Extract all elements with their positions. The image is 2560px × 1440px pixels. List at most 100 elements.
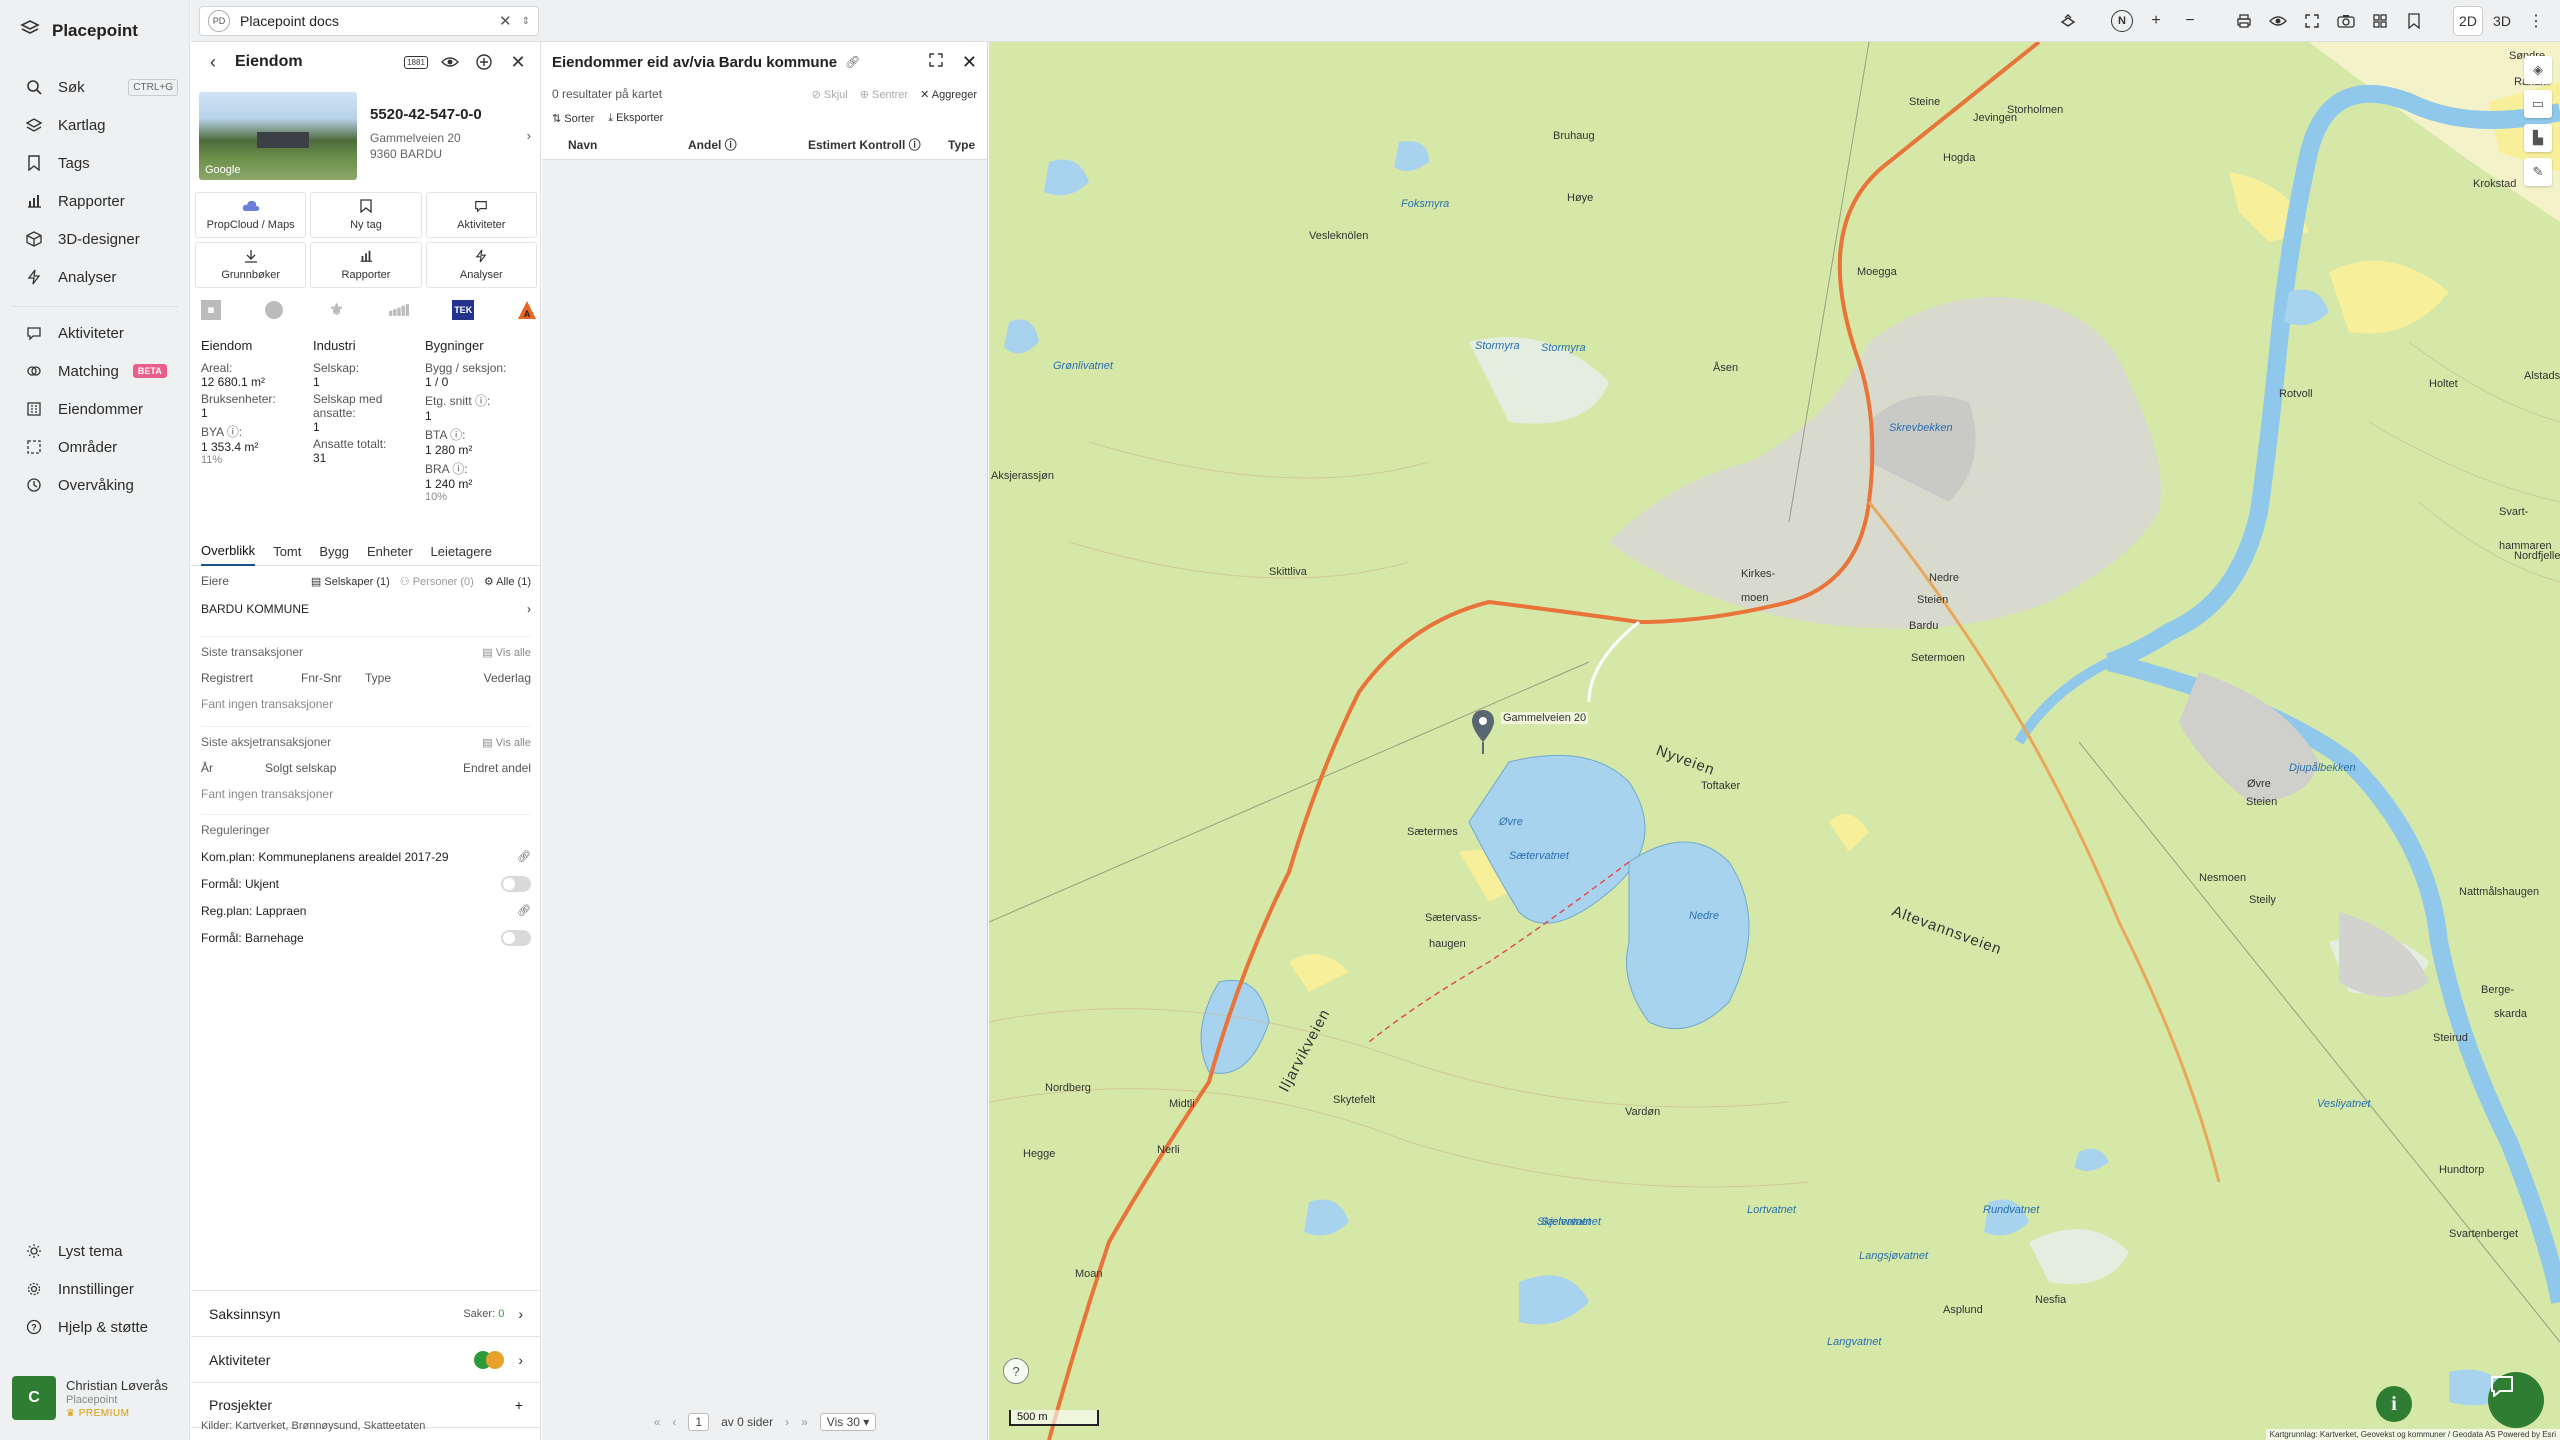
tab-tomt[interactable]: Tomt [273,536,301,566]
filter-selskaper[interactable]: ▤ Selskaper (1) [311,575,390,588]
sidebar-item-3d-designer[interactable]: 3D-designer [0,220,190,258]
zoom-in-button[interactable]: + [2142,7,2170,35]
sidebar-item-omr-der[interactable]: Områder [0,428,190,466]
doc-tab[interactable]: PD Placepoint docs ✕ ⇕ [199,6,539,36]
map-layer-toggle-icon[interactable]: ◈ [2524,56,2552,84]
regulation-toggle[interactable] [501,929,531,946]
map-measure-icon[interactable]: ▭ [2524,90,2552,118]
expand-icon[interactable] [928,52,944,72]
sidebar-item-matching[interactable]: Matching BETA [0,352,190,390]
logo-4-icon[interactable] [389,300,410,320]
chevron-updown-icon[interactable]: ⇕ [522,16,530,27]
view-2d-button[interactable]: 2D [2454,7,2482,35]
map-draw-icon[interactable]: ✎ [2524,158,2552,186]
filter-personer[interactable]: ⚇ Personer (0) [400,575,474,588]
badge-1881-icon[interactable]: 1881 [404,50,428,74]
close-icon[interactable]: ✕ [962,52,977,73]
col-andel[interactable]: Andel ⓘ [688,136,808,153]
sidebar-item-analyser[interactable]: Analyser [0,258,190,296]
filter-alle[interactable]: ⚙ Alle (1) [484,575,531,588]
regulation-toggle[interactable] [501,875,531,892]
stats-eiendom-title: Eiendom [201,338,253,353]
tab-overblikk[interactable]: Overblikk [201,536,256,566]
sidebar-item-search[interactable]: Søk CTRL+G [0,68,190,106]
action-rapporter-button[interactable]: Rapporter [310,242,422,288]
layers-stack-icon[interactable] [2054,7,2082,35]
link-icon[interactable]: 🔗︎ [517,904,531,917]
action-analyser-button[interactable]: Analyser [425,242,537,288]
sidebar-item-tags[interactable]: Tags [0,144,190,182]
eye-icon[interactable] [438,50,462,74]
vis-alle-link[interactable]: ▤ Vis alle [482,736,531,749]
map-view[interactable]: Gammelveien 20 SøndreRanumSteineJevingen… [989,42,2560,1440]
bookmark-icon [360,199,372,215]
col-kontroll[interactable]: Estimert Kontroll ⓘ [808,136,948,153]
first-page-icon[interactable]: « [654,1415,661,1429]
next-page-icon[interactable]: › [785,1415,789,1429]
owner-row[interactable]: BARDU KOMMUNE › [201,598,531,620]
tab-enheter[interactable]: Enheter [367,536,413,566]
aktiviteter-accordion[interactable]: Aktiviteter › [191,1336,541,1382]
action-ny-tag-button[interactable]: Ny tag [310,192,422,238]
camera-icon[interactable] [2332,7,2360,35]
sidebar-item-kartlag[interactable]: Kartlag [0,106,190,144]
action-grunnb-ker-button[interactable]: Grunnbøker [195,242,307,288]
tab-bygg[interactable]: Bygg [319,536,349,566]
action-propcloud-maps-button[interactable]: PropCloud / Maps [195,192,307,238]
sidebar-item-innstillinger[interactable]: Innstillinger [0,1270,190,1308]
street-view-photo[interactable]: Google [199,92,357,180]
eye-icon[interactable] [2264,7,2292,35]
brand[interactable]: Placepoint [20,18,138,43]
help-icon[interactable]: ? [1003,1358,1029,1384]
skjul-button[interactable]: ⊘ Skjul [812,88,848,101]
sidebar-item-rapporter[interactable]: Rapporter [0,182,190,220]
sidebar-item-lyst-tema[interactable]: Lyst tema [0,1232,190,1270]
zoom-out-button[interactable]: − [2176,7,2204,35]
user-card[interactable]: C Christian Løverås Placepoint ♛ PREMIUM [12,1370,180,1426]
tek-logo-icon[interactable]: TEK [452,300,475,320]
logo-1-icon[interactable]: ▦ [201,300,221,320]
chat-support-icon[interactable] [2488,1372,2544,1428]
a-logo-icon[interactable]: A [517,300,537,320]
sidebar-item-overv-king[interactable]: Overvåking [0,466,190,504]
stat-value: 1 240 m² [425,477,473,491]
close-icon[interactable]: ✕ [506,50,530,74]
sentrer-button[interactable]: ⊕ Sentrer [860,88,908,101]
add-circle-icon[interactable] [472,50,496,74]
kebab-menu-icon[interactable]: ⋮ [2522,7,2550,35]
bookmark-icon[interactable] [2400,7,2428,35]
last-page-icon[interactable]: » [801,1415,808,1429]
view-3d-button[interactable]: 3D [2488,7,2516,35]
aggreger-button[interactable]: ✕ Aggreger [920,88,977,101]
link-icon[interactable]: 🔗︎ [845,55,860,69]
vis-alle-link[interactable]: ▤ Vis alle [482,646,531,659]
saksinnsyn-accordion[interactable]: Saksinnsyn Saker: 0 › [191,1290,541,1336]
page-input[interactable]: 1 [688,1413,710,1431]
matching-icon [24,361,44,381]
property-address-card[interactable]: 5520-42-547-0-0 Gammelveien 20 9360 BARD… [370,106,535,161]
col-navn[interactable]: Navn [568,138,688,152]
sidebar-item-eiendommer[interactable]: Eiendommer [0,390,190,428]
fullscreen-icon[interactable] [2298,7,2326,35]
tab-leietagere[interactable]: Leietagere [431,536,492,566]
map-canvas[interactable] [989,42,2560,1440]
logo-2-icon[interactable] [264,300,284,320]
grid-icon[interactable] [2366,7,2394,35]
compass-button[interactable]: N [2108,7,2136,35]
close-icon[interactable]: ✕ [499,12,512,30]
map-profile-icon[interactable]: ▙ [2524,124,2552,152]
back-chevron-icon[interactable]: ‹ [201,50,225,74]
sorter-button[interactable]: ⇅ Sorter [552,112,594,125]
print-icon[interactable] [2230,7,2258,35]
map-label-place: Bruhaug [1553,130,1595,142]
prev-page-icon[interactable]: ‹ [672,1415,676,1429]
link-icon[interactable]: 🔗︎ [517,850,531,863]
property-marker[interactable] [1472,710,1494,754]
info-icon[interactable]: i [2376,1386,2412,1422]
logo-3-icon[interactable]: ⚜ [327,300,347,320]
sidebar-item-aktiviteter[interactable]: Aktiviteter [0,314,190,352]
sidebar-item-hjelp-st-tte[interactable]: ? Hjelp & støtte [0,1308,190,1346]
action-aktiviteter-button[interactable]: Aktiviteter [425,192,537,238]
eksporter-button[interactable]: ⤓ Eksporter [608,112,663,125]
per-page-select[interactable]: Vis 30 ▾ [819,1413,877,1431]
